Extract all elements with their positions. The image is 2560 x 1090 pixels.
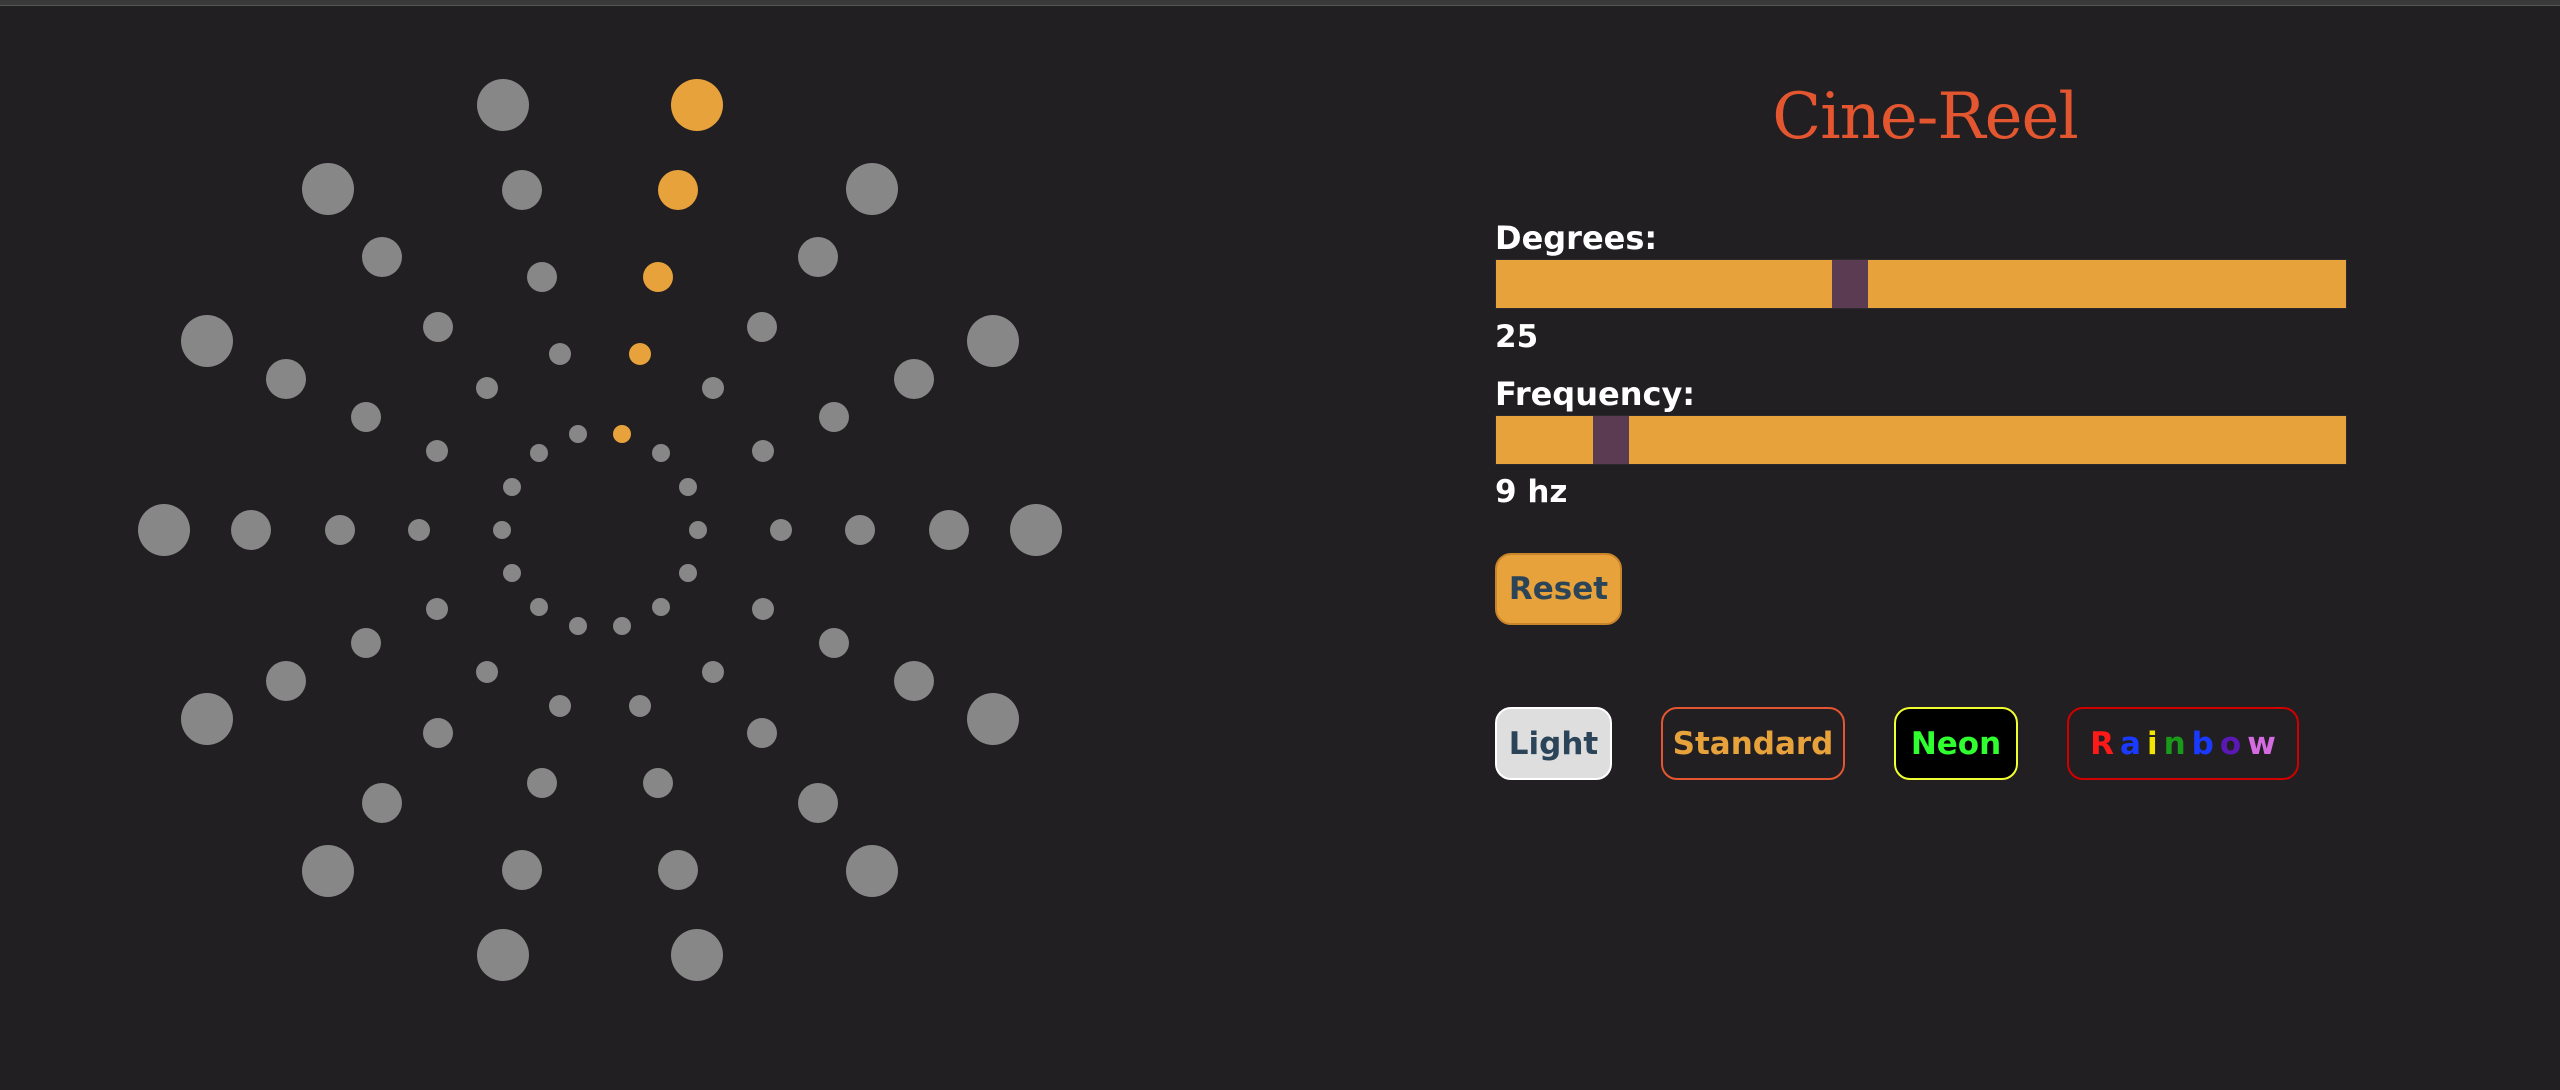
reel-dot bbox=[476, 78, 529, 131]
rainbow-letter: o bbox=[2219, 725, 2242, 762]
reset-button[interactable]: Reset bbox=[1495, 553, 1622, 625]
reel-dot bbox=[493, 521, 511, 539]
reel-dot bbox=[671, 78, 724, 131]
reel-dot bbox=[569, 616, 588, 635]
frequency-value: 9 hz bbox=[1495, 474, 1568, 510]
rainbow-letter: a bbox=[2120, 725, 2141, 762]
reel-dot bbox=[652, 597, 671, 616]
reel-dot bbox=[527, 261, 558, 292]
reel-dot bbox=[770, 519, 792, 541]
reel-dot bbox=[819, 402, 850, 433]
reel-dot bbox=[422, 311, 453, 342]
reel-dot bbox=[797, 782, 838, 823]
app-title: Cine-Reel bbox=[1772, 80, 2079, 154]
frequency-label: Frequency: bbox=[1495, 375, 1696, 413]
reel-dot bbox=[425, 440, 448, 463]
reel-dot bbox=[302, 163, 355, 216]
reel-dot bbox=[502, 478, 521, 497]
reel-dot bbox=[657, 169, 698, 210]
standard-theme-button[interactable]: Standard bbox=[1661, 707, 1845, 780]
reel-dot bbox=[265, 358, 306, 399]
reel-dot bbox=[181, 314, 234, 367]
reel-dot bbox=[181, 693, 234, 746]
rainbow-letter: b bbox=[2191, 725, 2214, 762]
reel-dot bbox=[476, 377, 499, 400]
cine-reel-display bbox=[110, 60, 1062, 1010]
reel-dot bbox=[138, 504, 190, 556]
reel-dot bbox=[502, 169, 543, 210]
reel-dot bbox=[362, 237, 403, 278]
degrees-label: Degrees: bbox=[1495, 219, 1658, 257]
reel-dot bbox=[679, 563, 698, 582]
reel-dot bbox=[642, 768, 673, 799]
reel-dot bbox=[929, 510, 969, 550]
reel-dot bbox=[966, 314, 1019, 367]
window-top-border bbox=[0, 0, 2560, 6]
rainbow-letter: i bbox=[2146, 725, 2158, 762]
reel-dot bbox=[425, 597, 448, 620]
reel-dot bbox=[476, 660, 499, 683]
degrees-slider[interactable] bbox=[1495, 259, 2347, 309]
reel-dot bbox=[529, 444, 548, 463]
reel-dot bbox=[612, 616, 631, 635]
degrees-slider-thumb[interactable] bbox=[1832, 260, 1869, 308]
frequency-slider-thumb[interactable] bbox=[1593, 416, 1630, 464]
reel-dot bbox=[819, 627, 850, 658]
reel-dot bbox=[265, 661, 306, 702]
reel-dot bbox=[679, 478, 698, 497]
neon-theme-button[interactable]: Neon bbox=[1894, 707, 2018, 780]
reel-dot bbox=[527, 768, 558, 799]
reel-dot bbox=[502, 563, 521, 582]
reel-dot bbox=[657, 850, 698, 891]
reel-dot bbox=[642, 261, 673, 292]
reel-dot bbox=[629, 342, 652, 365]
degrees-value: 25 bbox=[1495, 319, 1539, 355]
reel-dot bbox=[629, 695, 652, 718]
reel-dot bbox=[671, 929, 724, 982]
reel-dot bbox=[569, 425, 588, 444]
reel-dot bbox=[529, 597, 548, 616]
reel-dot bbox=[548, 695, 571, 718]
reel-dot bbox=[752, 440, 775, 463]
reel-dot bbox=[1010, 504, 1062, 556]
control-panel: Cine-Reel Degrees: 25 Frequency: 9 hz Re… bbox=[1495, 60, 2355, 820]
reel-dot bbox=[894, 358, 935, 399]
reel-dot bbox=[797, 237, 838, 278]
reel-dot bbox=[652, 444, 671, 463]
rainbow-letter: n bbox=[2163, 725, 2186, 762]
reel-dot bbox=[894, 661, 935, 702]
reel-dot bbox=[752, 597, 775, 620]
reel-dot bbox=[701, 377, 724, 400]
reel-dot bbox=[302, 844, 355, 897]
reel-dot bbox=[612, 425, 631, 444]
reel-dot bbox=[845, 844, 898, 897]
reel-dot bbox=[845, 515, 875, 545]
reel-dot bbox=[845, 163, 898, 216]
reel-dot bbox=[689, 521, 707, 539]
reel-dot bbox=[747, 718, 778, 749]
reel-dot bbox=[350, 402, 381, 433]
frequency-slider[interactable] bbox=[1495, 415, 2347, 465]
rainbow-letter: w bbox=[2247, 725, 2276, 762]
light-theme-button[interactable]: Light bbox=[1495, 707, 1612, 780]
reel-dot bbox=[325, 515, 355, 545]
reel-dot bbox=[350, 627, 381, 658]
reel-dot bbox=[548, 342, 571, 365]
reel-dot bbox=[701, 660, 724, 683]
reel-dot bbox=[747, 311, 778, 342]
reel-dot bbox=[966, 693, 1019, 746]
reel-dot bbox=[422, 718, 453, 749]
reel-dot bbox=[476, 929, 529, 982]
reel-dot bbox=[362, 782, 403, 823]
reel-dot bbox=[408, 519, 430, 541]
reel-dot bbox=[502, 850, 543, 891]
reel-dot bbox=[231, 510, 271, 550]
rainbow-letter: R bbox=[2090, 725, 2115, 762]
rainbow-theme-button[interactable]: Rainbow bbox=[2067, 707, 2299, 780]
